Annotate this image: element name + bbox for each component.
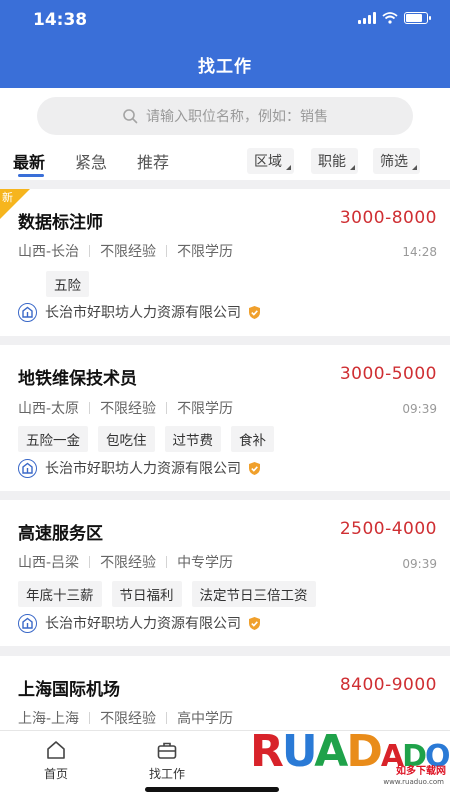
job-title: 高速服务区 <box>18 524 103 544</box>
job-title: 上海国际机场 <box>18 680 120 700</box>
app-header: 14:38 找工作 <box>0 0 450 88</box>
job-tag: 法定节日三倍工资 <box>191 581 316 607</box>
tabbar-home-label: 首页 <box>43 767 68 781</box>
job-tag: 五险一金 <box>18 426 88 452</box>
job-tags: 年底十三薪 节日福利 法定节日三倍工资 <box>18 581 316 607</box>
job-company[interactable]: 长治市好职坊人力资源有限公司 <box>18 458 262 478</box>
watermark-logo: RUADADO 如多下载网 www.ruaduo.com <box>250 722 450 801</box>
job-meta: 山西-长治 不限经验 不限学历 <box>18 241 233 261</box>
dropdown-triangle-icon <box>412 165 417 170</box>
tabbar-home[interactable]: 首页 <box>26 739 86 782</box>
new-badge-label: 新 <box>2 191 13 204</box>
briefcase-icon <box>157 742 177 759</box>
filter-more[interactable]: 筛选 <box>373 148 420 174</box>
job-card[interactable]: 新 数据标注师 3000-8000 山西-长治 不限经验 不限学历 14:28 … <box>0 189 450 336</box>
job-time: 14:28 <box>402 245 437 259</box>
search-input[interactable]: 请输入职位名称，例如：销售 <box>37 97 413 135</box>
job-experience: 不限经验 <box>100 244 157 260</box>
job-time: 09:39 <box>402 402 437 416</box>
job-salary: 2500-4000 <box>339 519 437 539</box>
filter-region-label: 区域 <box>254 154 282 170</box>
watermark-sub: 如多下载网 <box>396 766 446 777</box>
filter-region[interactable]: 区域 <box>247 148 294 174</box>
status-icons <box>358 12 431 24</box>
job-tags: 五险一金 包吃住 过节费 食补 <box>18 426 274 452</box>
job-tag-placeholder <box>18 271 36 297</box>
verified-shield-icon <box>249 461 260 475</box>
company-logo-icon <box>18 302 37 322</box>
job-tag: 节日福利 <box>111 581 182 607</box>
job-tag: 食补 <box>231 426 274 452</box>
job-meta: 上海-上海 不限经验 高中学历 <box>18 708 233 728</box>
page-title: 找工作 <box>198 57 252 77</box>
job-salary: 8400-9000 <box>339 675 437 695</box>
job-tag: 五险 <box>46 271 89 297</box>
tab-recommended[interactable]: 推荐 <box>137 149 169 173</box>
verified-shield-icon <box>249 305 260 319</box>
company-logo-icon <box>18 613 37 633</box>
job-experience: 不限经验 <box>100 401 157 417</box>
cellular-signal-icon <box>358 12 376 24</box>
job-time: 09:39 <box>402 557 437 571</box>
job-company[interactable]: 长治市好职坊人力资源有限公司 <box>18 613 262 633</box>
job-education: 中专学历 <box>177 555 234 571</box>
job-meta: 山西-吕梁 不限经验 中专学历 <box>18 552 233 572</box>
tabbar-find-job-label: 找工作 <box>148 767 185 781</box>
job-tag: 过节费 <box>164 426 221 452</box>
tab-urgent[interactable]: 紧急 <box>75 149 107 173</box>
job-salary: 3000-5000 <box>339 364 437 384</box>
tabbar-find-job[interactable]: 找工作 <box>137 739 197 782</box>
home-icon <box>47 741 65 759</box>
job-tag: 年底十三薪 <box>18 581 102 607</box>
verified-shield-icon <box>249 616 260 630</box>
job-card[interactable]: 地铁维保技术员 3000-5000 山西-太原 不限经验 不限学历 09:39 … <box>0 345 450 491</box>
job-education: 高中学历 <box>177 711 234 727</box>
tab-latest[interactable]: 最新 <box>13 149 45 173</box>
filter-function[interactable]: 职能 <box>311 148 358 174</box>
job-location: 山西-太原 <box>18 401 80 417</box>
company-name: 长治市好职坊人力资源有限公司 <box>45 305 241 321</box>
job-location: 山西-吕梁 <box>18 555 80 571</box>
company-name: 长治市好职坊人力资源有限公司 <box>45 461 241 477</box>
dropdown-triangle-icon <box>286 165 291 170</box>
job-title: 地铁维保技术员 <box>18 369 137 389</box>
wifi-icon <box>382 12 398 24</box>
search-icon <box>123 109 138 124</box>
job-company[interactable]: 长治市好职坊人力资源有限公司 <box>18 302 262 322</box>
home-indicator <box>145 787 279 792</box>
job-salary: 3000-8000 <box>339 208 437 228</box>
job-experience: 不限经验 <box>100 711 157 727</box>
job-location: 上海-上海 <box>18 711 80 727</box>
job-tag: 包吃住 <box>98 426 155 452</box>
job-education: 不限学历 <box>177 244 234 260</box>
job-title: 数据标注师 <box>18 213 103 233</box>
dropdown-triangle-icon <box>350 165 355 170</box>
job-location: 山西-长治 <box>18 244 80 260</box>
search-placeholder: 请输入职位名称，例如：销售 <box>146 109 328 125</box>
battery-icon <box>404 12 431 24</box>
tab-bar: 最新 紧急 推荐 区域 职能 筛选 <box>0 146 450 180</box>
status-time: 14:38 <box>33 10 88 30</box>
job-tags: 五险 <box>18 271 89 297</box>
job-experience: 不限经验 <box>100 555 157 571</box>
filter-function-label: 职能 <box>318 154 346 170</box>
company-logo-icon <box>18 458 37 478</box>
job-meta: 山西-太原 不限经验 不限学历 <box>18 398 233 418</box>
job-card[interactable]: 上海国际机场 8400-9000 上海-上海 不限经验 高中学历 <box>0 656 450 730</box>
watermark-url: www.ruaduo.com <box>383 778 444 786</box>
filter-more-label: 筛选 <box>380 154 408 170</box>
job-education: 不限学历 <box>177 401 234 417</box>
company-name: 长治市好职坊人力资源有限公司 <box>45 616 241 632</box>
active-tab-underline <box>18 174 44 177</box>
job-card[interactable]: 高速服务区 2500-4000 山西-吕梁 不限经验 中专学历 09:39 年底… <box>0 500 450 646</box>
